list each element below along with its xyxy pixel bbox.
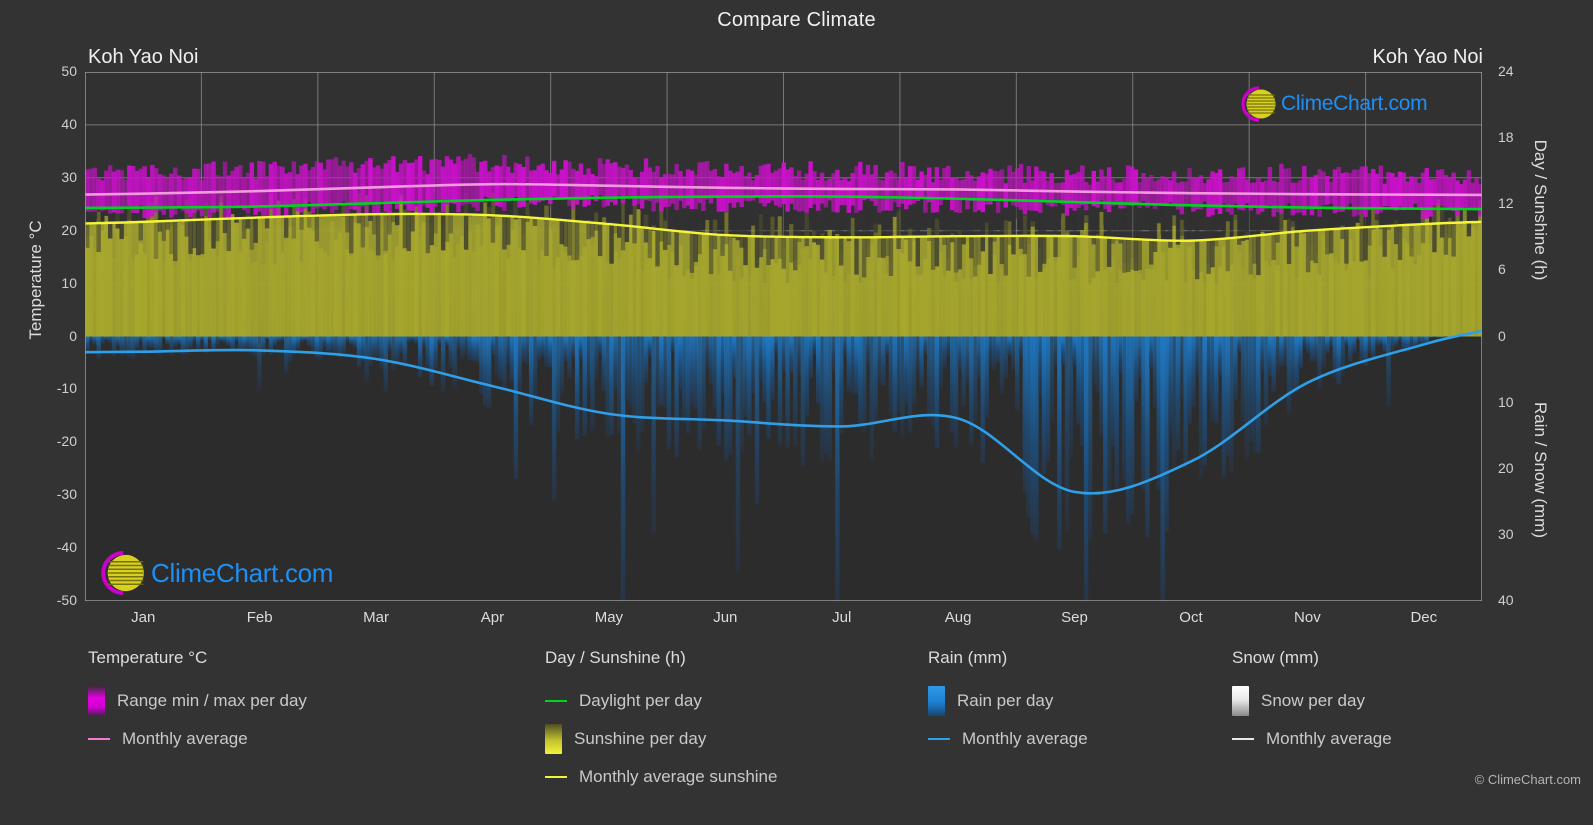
legend-label: Sunshine per day [574, 729, 707, 748]
copyright-notice: © ClimeChart.com [1474, 772, 1581, 787]
legend-swatch-line [545, 776, 567, 778]
watermark-logo-top: ClimeChart.com [1235, 84, 1428, 124]
y2-top-tick-6: 6 [1498, 261, 1506, 278]
x-tick-dec: Dec [1410, 609, 1438, 626]
legend-label: Daylight per day [579, 691, 702, 710]
legend-item-snow-0[interactable]: Snow per day [1232, 682, 1392, 720]
y-tick--20: -20 [56, 433, 77, 450]
legend-label: Snow per day [1261, 691, 1365, 710]
y-tick-40: 40 [61, 115, 77, 132]
x-tick-jun: Jun [713, 609, 738, 626]
legend-heading-day-sunshine: Day / Sunshine (h) [545, 648, 686, 667]
legend-item-day-sunshine-1[interactable]: Sunshine per day [545, 720, 777, 758]
y2-top-tick-18: 18 [1498, 129, 1514, 146]
legend-label: Monthly average [1266, 729, 1392, 748]
legend-swatch-gradient [1232, 686, 1249, 716]
legend-item-temperature-1[interactable]: Monthly average [88, 720, 307, 758]
legend-heading-rain: Rain (mm) [928, 648, 1008, 667]
y2-bottom-tick-30: 30 [1498, 525, 1514, 542]
legend-heading-snow: Snow (mm) [1232, 648, 1319, 667]
y2-bottom-tick-40: 40 [1498, 592, 1514, 608]
climechart-logo-icon [101, 551, 144, 595]
y-tick--40: -40 [56, 539, 77, 556]
x-tick-sep: Sep [1061, 609, 1088, 626]
legend-item-rain-1[interactable]: Monthly average [928, 720, 1088, 758]
legend-group-temperature: Temperature °C Range min / max per day Mon… [88, 648, 307, 758]
legend-item-snow-1[interactable]: Monthly average [1232, 720, 1392, 758]
legend-heading-temperature: Temperature °C [88, 648, 208, 667]
x-tick-oct: Oct [1179, 609, 1203, 626]
x-tick-jan: Jan [131, 609, 156, 626]
location-label-left: Koh Yao Noi [88, 46, 199, 68]
watermark-text-top: ClimeChart.com [1281, 92, 1428, 115]
legend-item-day-sunshine-0[interactable]: Daylight per day [545, 682, 777, 720]
y-tick--30: -30 [56, 486, 77, 503]
legend-group-snow: Snow (mm) Snow per day Monthly average [1232, 648, 1392, 758]
legend-swatch-line [928, 738, 950, 740]
y-tick-50: 50 [61, 63, 77, 79]
x-tick-may: May [594, 609, 624, 626]
legend-group-day-sunshine: Day / Sunshine (h) Daylight per day Sunshi… [545, 648, 777, 796]
x-tick-nov: Nov [1294, 609, 1321, 626]
climate-chart-plot[interactable]: ClimeChart.com ClimeChart.com [85, 72, 1482, 601]
y2-top-tick-24: 24 [1498, 63, 1514, 79]
legend-item-temperature-0[interactable]: Range min / max per day [88, 682, 307, 720]
legend-group-rain: Rain (mm) Rain per day Monthly average [928, 648, 1088, 758]
y-tick-30: 30 [61, 168, 77, 185]
y-tick--50: -50 [56, 592, 77, 608]
y2-bottom-tick-10: 10 [1498, 393, 1514, 410]
y-tick-20: 20 [61, 221, 77, 238]
legend-swatch-line [88, 738, 110, 740]
legend-swatch-gradient [545, 724, 562, 754]
y2-top-tick-12: 12 [1498, 195, 1514, 212]
y-tick-0: 0 [69, 327, 77, 344]
y2-top-tick-0: 0 [1498, 327, 1506, 344]
legend-label: Range min / max per day [117, 691, 307, 710]
legend-item-day-sunshine-2[interactable]: Monthly average sunshine [545, 758, 777, 796]
y-tick--10: -10 [56, 380, 77, 397]
x-tick-feb: Feb [246, 609, 273, 626]
legend-label: Monthly average [122, 729, 248, 748]
chart-legend: Temperature °C Range min / max per day Mon… [0, 648, 1593, 808]
legend-item-rain-0[interactable]: Rain per day [928, 682, 1088, 720]
legend-swatch-line [545, 700, 567, 702]
y2-bottom-tick-20: 20 [1498, 459, 1514, 476]
legend-label: Monthly average sunshine [579, 767, 778, 786]
legend-label: Rain per day [957, 691, 1054, 710]
x-tick-aug: Aug [944, 609, 972, 626]
climechart-logo-icon [1241, 86, 1276, 122]
watermark-logo-bottom: ClimeChart.com [93, 548, 333, 598]
legend-swatch-gradient [88, 686, 105, 716]
x-tick-jul: Jul [832, 609, 852, 626]
location-label-right: Koh Yao Noi [1372, 46, 1483, 68]
x-tick-apr: Apr [480, 609, 505, 626]
legend-label: Monthly average [962, 729, 1088, 748]
watermark-text-bottom: ClimeChart.com [151, 557, 334, 588]
y-tick-10: 10 [61, 274, 77, 291]
chart-canvas [85, 72, 1482, 601]
page-title: Compare Climate [717, 9, 876, 31]
legend-swatch-line [1232, 738, 1254, 740]
legend-swatch-gradient [928, 686, 945, 716]
x-tick-mar: Mar [363, 609, 389, 626]
